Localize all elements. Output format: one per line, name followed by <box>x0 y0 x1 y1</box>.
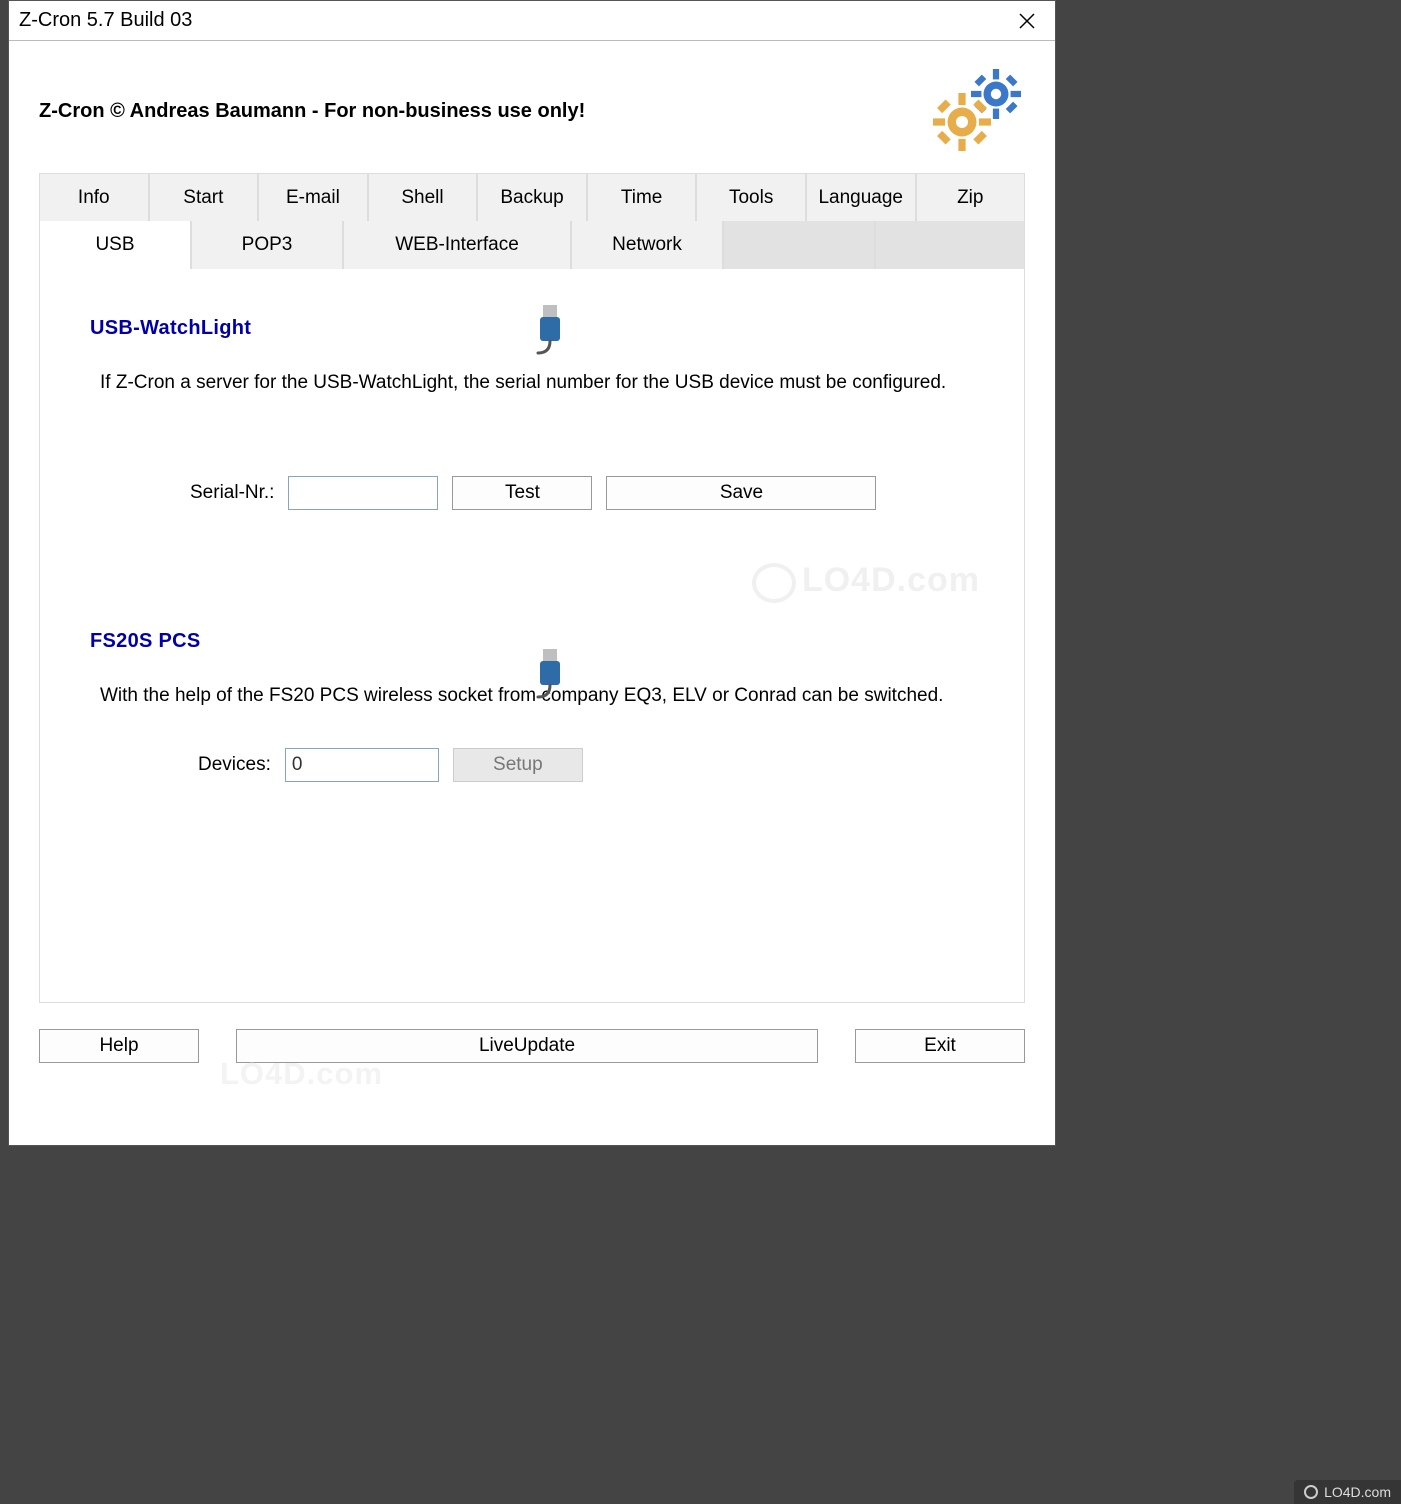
tab-zip[interactable]: Zip <box>916 173 1026 221</box>
exit-button[interactable]: Exit <box>855 1029 1025 1063</box>
copyright-text: Z-Cron © Andreas Baumann - For non-busin… <box>39 100 585 123</box>
save-button[interactable]: Save <box>606 476 876 510</box>
watermark-icon <box>752 563 796 603</box>
tab-language[interactable]: Language <box>806 173 916 221</box>
section-desc-watchlight: If Z-Cron a server for the USB-WatchLigh… <box>100 370 974 396</box>
tab-shell[interactable]: Shell <box>368 173 478 221</box>
tab-row-2: USB POP3 WEB-Interface Network <box>39 221 1025 269</box>
tab-start[interactable]: Start <box>149 173 259 221</box>
devices-label: Devices: <box>198 754 271 776</box>
close-icon[interactable] <box>1011 5 1043 37</box>
tab-time[interactable]: Time <box>587 173 697 221</box>
tab-web[interactable]: WEB-Interface <box>343 221 571 269</box>
tab-panel-usb: LO4D.com LO4D.com USB-WatchLight If Z-Cr… <box>39 269 1025 1003</box>
window-title: Z-Cron 5.7 Build 03 <box>19 9 192 32</box>
tab-empty-1 <box>723 221 875 269</box>
site-badge: LO4D.com <box>1294 1480 1401 1504</box>
badge-icon <box>1304 1485 1318 1499</box>
help-button[interactable]: Help <box>39 1029 199 1063</box>
tab-tools[interactable]: Tools <box>696 173 806 221</box>
devices-input[interactable] <box>285 748 439 782</box>
tab-usb[interactable]: USB <box>39 221 191 269</box>
serial-label: Serial-Nr.: <box>190 482 274 504</box>
setup-button[interactable]: Setup <box>453 748 583 782</box>
usb-icon <box>530 649 570 706</box>
watermark-text: LO4D.com <box>802 561 980 600</box>
badge-text: LO4D.com <box>1324 1484 1391 1500</box>
tab-empty-2 <box>875 221 1025 269</box>
titlebar: Z-Cron 5.7 Build 03 <box>9 1 1055 41</box>
main-window: Z-Cron 5.7 Build 03 Z-Cron © Andreas Bau… <box>8 0 1056 1146</box>
usb-icon <box>530 305 570 362</box>
tab-row-1: Info Start E-mail Shell Backup Time Tool… <box>39 173 1025 221</box>
tab-email[interactable]: E-mail <box>258 173 368 221</box>
gears-icon <box>929 69 1025 153</box>
liveupdate-button[interactable]: LiveUpdate <box>236 1029 818 1063</box>
tab-backup[interactable]: Backup <box>477 173 587 221</box>
test-button[interactable]: Test <box>452 476 592 510</box>
serial-input[interactable] <box>288 476 438 510</box>
tab-network[interactable]: Network <box>571 221 723 269</box>
tab-pop3[interactable]: POP3 <box>191 221 343 269</box>
tab-info[interactable]: Info <box>39 173 149 221</box>
